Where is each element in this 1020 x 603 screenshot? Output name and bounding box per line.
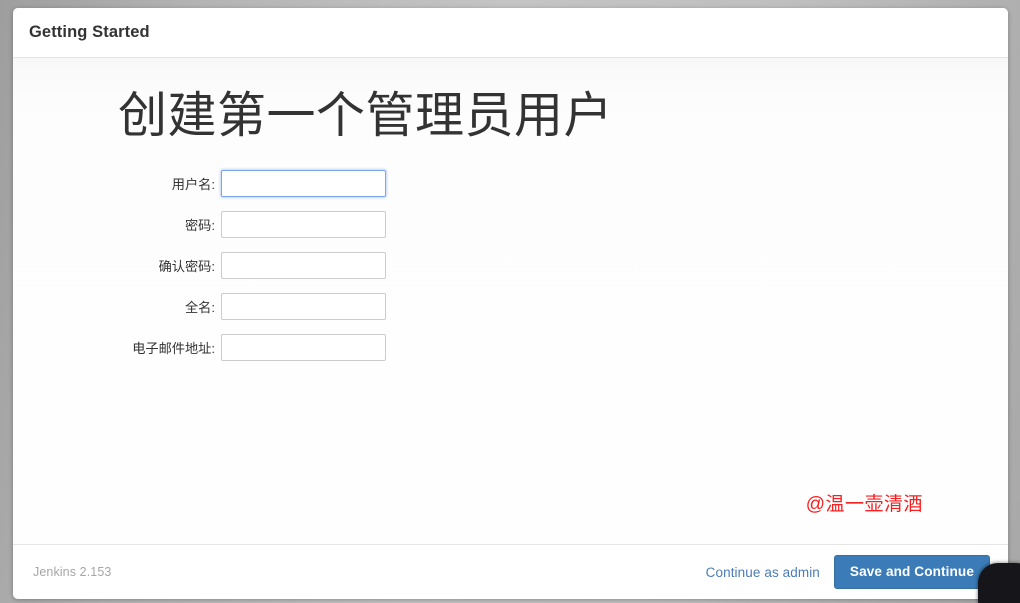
input-fullname[interactable] — [221, 293, 386, 321]
input-email[interactable] — [221, 334, 386, 362]
label-email: 电子邮件地址: — [132, 341, 215, 357]
form-row-password: 密码: — [13, 204, 1008, 245]
page-title: Getting Started — [29, 23, 150, 41]
input-confirm-password[interactable] — [221, 252, 386, 280]
continue-as-admin-link[interactable]: Continue as admin — [706, 565, 820, 580]
panel-body: 创建第一个管理员用户 用户名: 密码: 确认密码: 全名: 电子邮件地址: @温一壶清酒 — [13, 58, 1008, 544]
label-password: 密码: — [184, 218, 215, 234]
setup-content: 创建第一个管理员用户 用户名: 密码: 确认密码: 全名: 电子邮件地址: — [13, 58, 1008, 368]
label-fullname: 全名: — [184, 300, 215, 316]
form-row-email: 电子邮件地址: — [13, 327, 1008, 368]
form-row-confirm-password: 确认密码: — [13, 245, 1008, 286]
input-username[interactable] — [221, 170, 386, 198]
label-confirm-password: 确认密码: — [158, 259, 215, 275]
setup-heading: 创建第一个管理员用户 — [118, 89, 614, 143]
watermark-text: @温一壶清酒 — [805, 494, 923, 515]
create-admin-user-form: 用户名: 密码: 确认密码: 全名: 电子邮件地址: — [13, 163, 1008, 368]
panel-footer: Jenkins 2.153 Continue as admin Save and… — [13, 544, 1008, 599]
jenkins-version-label: Jenkins 2.153 — [33, 565, 112, 579]
input-password[interactable] — [221, 211, 386, 239]
footer-actions: Continue as admin Save and Continue — [706, 554, 990, 590]
save-and-continue-button[interactable]: Save and Continue — [833, 554, 990, 590]
form-row-username: 用户名: — [13, 163, 1008, 204]
panel-header: Getting Started — [13, 8, 1008, 58]
corner-overlay-widget[interactable] — [978, 563, 1020, 603]
label-username: 用户名: — [171, 177, 215, 193]
form-row-fullname: 全名: — [13, 286, 1008, 327]
setup-wizard-panel: Getting Started 创建第一个管理员用户 用户名: 密码: 确认密码: 全… — [13, 8, 1008, 599]
